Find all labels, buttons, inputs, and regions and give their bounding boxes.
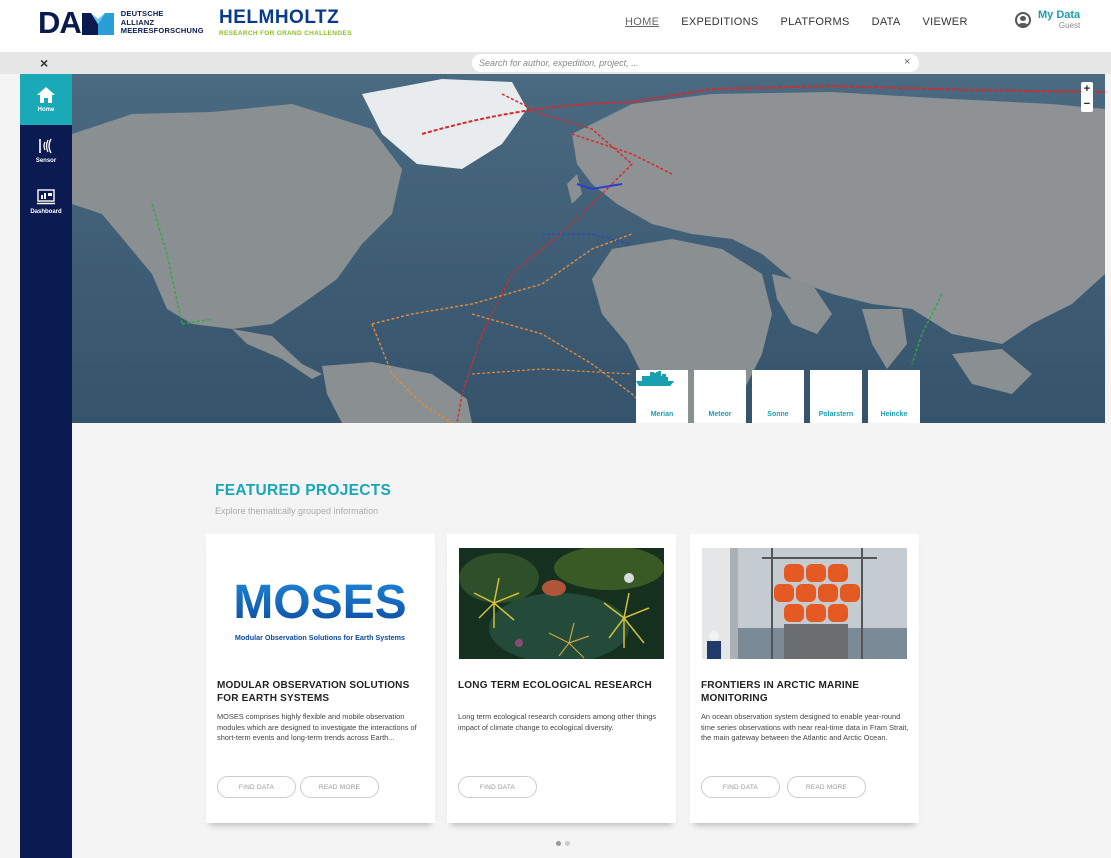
find-data-button[interactable]: FIND DATA (217, 776, 296, 798)
coral-reef-image (459, 548, 664, 659)
card-title: LONG TERM ECOLOGICAL RESEARCH (458, 680, 652, 691)
nav-home[interactable]: HOME (614, 16, 670, 28)
map-canvas (72, 74, 1105, 423)
sidebar-item-dashboard[interactable]: Dashboard (20, 176, 72, 227)
carousel-dot-2[interactable] (565, 841, 570, 846)
vessel-sonne[interactable]: Sonne (636, 370, 804, 423)
vessel-label: Merian (650, 411, 674, 418)
close-icon[interactable]: × (40, 55, 48, 71)
left-sidebar: Home Sensor Dashboard (20, 74, 72, 858)
dam-logo-subtitle: DEUTSCHE ALLIANZ MEERESFORSCHUNG (120, 9, 204, 36)
project-card-moses[interactable]: MOSES Modular Observation Solutions for … (206, 534, 435, 823)
svg-text:Modular Observation Solutions: Modular Observation Solutions for Earth … (235, 633, 405, 642)
sidebar-item-label: Sensor (35, 157, 57, 164)
read-more-button[interactable]: READ MORE (300, 776, 379, 798)
nav-data[interactable]: DATA (861, 16, 912, 28)
svg-text:MOSES: MOSES (233, 576, 406, 629)
mooring-buoys-image (702, 548, 907, 659)
helmholtz-title: HELMHOLTZ (219, 7, 340, 28)
dam-logo-m-mark (81, 11, 114, 35)
zoom-in-button[interactable]: + (1081, 82, 1093, 97)
card-description: Long term ecological research considers … (458, 712, 657, 732)
dashboard-icon (37, 188, 55, 205)
nav-viewer[interactable]: VIEWER (912, 16, 979, 28)
vessel-label: Polarstern (818, 411, 854, 418)
nav-expeditions[interactable]: EXPEDITIONS (670, 16, 769, 28)
main-nav: HOME EXPEDITIONS PLATFORMS DATA VIEWER (614, 16, 979, 28)
sidebar-item-label: Home (37, 106, 55, 113)
clear-search-icon[interactable]: × (904, 56, 910, 68)
vessel-polarstern[interactable]: Polarstern (636, 370, 862, 423)
sidebar-item-home[interactable]: Home (20, 74, 72, 125)
vessel-meteor[interactable]: Meteor (636, 370, 746, 423)
home-icon (37, 86, 55, 103)
find-data-button[interactable]: FIND DATA (701, 776, 780, 798)
user-role: Guest (1058, 21, 1081, 30)
user-avatar-icon (1015, 12, 1031, 28)
top-header: DA DEUTSCHE ALLIANZ MEERESFORSCHUNG HELM… (0, 0, 1111, 52)
project-card-frams[interactable]: FRONTIERS IN ARCTIC MARINE MONITORING An… (690, 534, 919, 823)
carousel-pagination (556, 841, 570, 846)
sidebar-item-label: Dashboard (30, 208, 62, 215)
card-title: FRONTIERS IN ARCTIC MARINE MONITORING (701, 680, 860, 704)
user-menu[interactable]: My Data Guest (1015, 9, 1080, 30)
search-bar: × × (0, 52, 1111, 74)
moses-logo-image: MOSES Modular Observation Solutions for … (218, 548, 423, 659)
zoom-out-button[interactable]: − (1081, 97, 1093, 112)
carousel-dot-1[interactable] (556, 841, 561, 846)
card-description: An ocean observation system designed to … (701, 712, 909, 742)
sidebar-item-sensor[interactable]: Sensor (20, 125, 72, 176)
helmholtz-logo[interactable]: HELMHOLTZ RESEARCH FOR GRAND CHALLENGES (219, 7, 352, 38)
read-more-button[interactable]: READ MORE (787, 776, 866, 798)
world-map[interactable]: + − Merian Meteor Sonne Polarstern Heinc… (72, 74, 1105, 423)
vessel-label: Heincke (880, 411, 908, 418)
dam-logo[interactable]: DA DEUTSCHE ALLIANZ MEERESFORSCHUNG (38, 5, 204, 40)
dam-logo-text: DA (38, 5, 82, 40)
card-description: MOSES comprises highly flexible and mobi… (217, 712, 417, 742)
vessel-label: Sonne (767, 411, 789, 418)
vessel-heincke[interactable]: Heincke (638, 370, 920, 423)
zoom-control: + − (1081, 82, 1093, 112)
section-title: FEATURED PROJECTS (215, 482, 392, 499)
card-title: MODULAR OBSERVATION SOLUTIONS FOR EARTH … (217, 680, 410, 704)
vessel-label: Meteor (708, 411, 732, 418)
project-card-ltr[interactable]: LONG TERM ECOLOGICAL RESEARCH Long term … (447, 534, 676, 823)
section-subtitle: Explore thematically grouped information (215, 506, 379, 516)
ship-icon (638, 372, 672, 386)
vessel-selector: Merian Meteor Sonne Polarstern Heincke (636, 370, 920, 423)
user-name: My Data (1038, 9, 1081, 21)
search-input[interactable] (472, 54, 919, 72)
sensor-icon (37, 138, 55, 154)
helmholtz-subtitle: RESEARCH FOR GRAND CHALLENGES (219, 30, 352, 37)
nav-platforms[interactable]: PLATFORMS (769, 16, 860, 28)
featured-projects-section: FEATURED PROJECTS Explore thematically g… (72, 423, 1111, 858)
find-data-button[interactable]: FIND DATA (458, 776, 537, 798)
